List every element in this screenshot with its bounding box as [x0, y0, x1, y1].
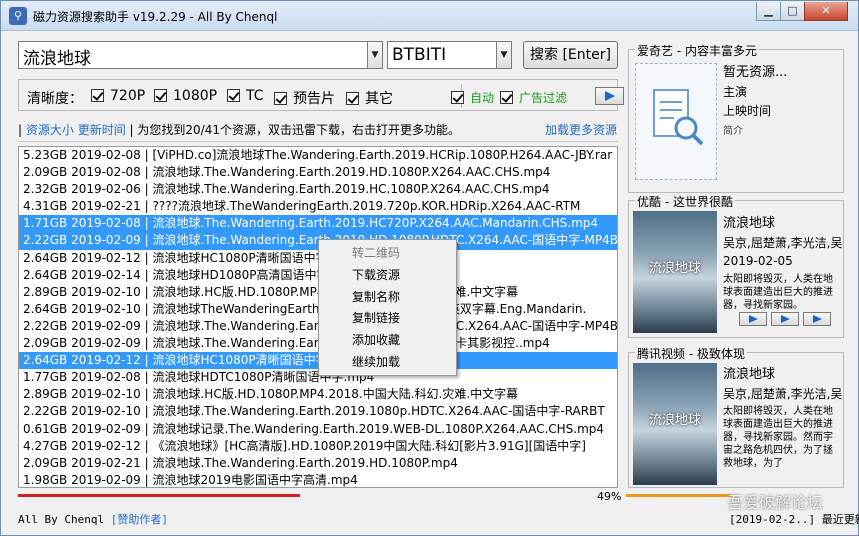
- filter-tc[interactable]: TC: [227, 88, 264, 104]
- list-item[interactable]: 2.09GB 2019-02-08 | 流浪地球.The.Wandering.E…: [19, 164, 617, 181]
- youku-panel-title: 优酷 - 这世界很酷: [635, 193, 735, 210]
- no-resource-text: 暂无资源...: [723, 65, 788, 80]
- maximize-button[interactable]: □: [780, 2, 805, 21]
- menu-item-qrcode[interactable]: 转二维码: [319, 243, 456, 265]
- document-search-icon: [653, 89, 704, 146]
- empty-poster: [635, 63, 717, 180]
- search-input[interactable]: 流浪地球: [18, 41, 368, 69]
- release-date-label: 上映时间: [723, 104, 772, 118]
- watermark-text: 吾爱破解论坛: [727, 493, 824, 512]
- ad-filter-toggle[interactable]: 广告过滤: [500, 89, 567, 106]
- author-text: All By Chenql: [18, 513, 105, 526]
- menu-item-load-more[interactable]: 继续加载: [319, 352, 456, 374]
- menu-item-download[interactable]: 下载资源: [319, 265, 456, 287]
- menu-item-copy-name[interactable]: 复制名称: [319, 287, 456, 309]
- checkbox-icon[interactable]: [451, 91, 464, 104]
- list-item[interactable]: 2.32GB 2019-02-06 | 流浪地球.The.Wandering.E…: [19, 181, 617, 198]
- window-title: 磁力资源搜索助手 v19.2.29 - All By Chenql: [33, 10, 278, 24]
- info-row: | 资源大小 更新时间 | 为您找到20/41个资源，双击迅雷下载，右击打开更多…: [18, 123, 460, 137]
- progress-bar-right: [626, 494, 731, 497]
- movie-date: 2019-02-05: [723, 254, 793, 268]
- checkbox-icon[interactable]: [154, 89, 167, 102]
- filter-720p[interactable]: 720P: [91, 88, 145, 104]
- checkbox-icon[interactable]: [91, 89, 104, 102]
- close-button[interactable]: ✕: [804, 2, 848, 21]
- app-window: ⚲ 磁力资源搜索助手 v19.2.29 - All By Chenql ▁ □ …: [0, 0, 859, 536]
- checkbox-icon[interactable]: [227, 89, 240, 102]
- list-item[interactable]: 1.98GB 2019-02-09 | 流浪地球2019电影国语中字高清.mp4: [19, 472, 617, 487]
- list-item[interactable]: 4.27GB 2019-02-12 | 《流浪地球》[HC高清版].HD.108…: [19, 438, 617, 455]
- statusbar-right: [2019-02-2..] 最近更新: [729, 513, 859, 526]
- movie-cast: 吴京,屈楚萧,李光洁,吴: [723, 387, 843, 401]
- checkbox-icon[interactable]: [274, 92, 287, 105]
- sort-size-link[interactable]: 资源大小: [26, 123, 74, 137]
- list-item[interactable]: 2.09GB 2019-02-21 | 流浪地球.The.Wandering.E…: [19, 455, 617, 472]
- list-item[interactable]: 0.61GB 2019-02-09 | 流浪地球记录.The.Wandering…: [19, 421, 617, 438]
- movie-title: 流浪地球: [723, 216, 776, 231]
- title-bar: ⚲ 磁力资源搜索助手 v19.2.29 - All By Chenql ▁ □ …: [1, 1, 858, 31]
- play-button[interactable]: [771, 312, 799, 326]
- description-label: 简介: [723, 126, 743, 137]
- sponsor-link[interactable]: [赞助作者]: [111, 513, 168, 526]
- divider: [18, 141, 618, 142]
- context-menu: 转二维码 下载资源 复制名称 复制链接 添加收藏 继续加载: [318, 239, 457, 376]
- statusbar-left: All By Chenql [赞助作者]: [18, 511, 168, 527]
- list-item[interactable]: 5.23GB 2019-02-08 | [ViPHD.co]流浪地球The.Wa…: [19, 147, 617, 164]
- app-magnifier-icon: ⚲: [9, 7, 27, 25]
- movie-poster[interactable]: 流浪地球: [633, 363, 717, 485]
- filter-trailer[interactable]: 预告片: [274, 88, 335, 108]
- engine-select[interactable]: BTBITI: [387, 41, 497, 69]
- menu-item-copy-link[interactable]: 复制链接: [319, 308, 456, 330]
- progress-bar-left: [18, 494, 300, 497]
- sort-time-link[interactable]: 更新时间: [78, 123, 126, 137]
- play-button[interactable]: [739, 312, 767, 326]
- filter-bar: 清晰度： 720P 1080P TC 预告片 其它 自动 广告过滤: [18, 79, 624, 111]
- engine-dropdown-button[interactable]: ▼: [496, 41, 512, 69]
- load-more-link[interactable]: 加载更多资源: [545, 121, 617, 138]
- search-history-dropdown-button[interactable]: ▼: [367, 41, 383, 69]
- poster-title: 流浪地球: [648, 413, 701, 428]
- movie-description: 太阳即将毁灭，人类在地球表面建造出巨大的推进器，寻找新家园。然而宇宙之路危机四伏…: [723, 406, 833, 469]
- filter-other[interactable]: 其它: [346, 88, 393, 108]
- checkbox-icon[interactable]: [346, 92, 359, 105]
- checkbox-icon[interactable]: [500, 91, 513, 104]
- tencent-panel-title: 腾讯视频 - 极致体现: [635, 345, 747, 362]
- menu-item-add-favorite[interactable]: 添加收藏: [319, 330, 456, 352]
- progress-percent: 49%: [597, 490, 622, 503]
- clarity-label: 清晰度：: [27, 91, 83, 107]
- play-button[interactable]: [803, 312, 831, 326]
- list-item[interactable]: 2.22GB 2019-02-10 | 流浪地球.The.Wandering.E…: [19, 403, 617, 420]
- movie-cast: 吴京,屈楚萧,李光洁,吴: [723, 236, 843, 250]
- movie-title: 流浪地球: [723, 367, 776, 382]
- list-item[interactable]: 4.31GB 2019-02-21 | ????流浪地球.TheWanderin…: [19, 198, 617, 215]
- list-item[interactable]: 2.89GB 2019-02-10 | 流浪地球.HC版.HD.1080P.MP…: [19, 386, 617, 403]
- search-button[interactable]: 搜索 [Enter]: [523, 41, 618, 69]
- auto-toggle[interactable]: 自动: [451, 89, 494, 106]
- iqiyi-panel-title: 爱奇艺 - 内容丰富多元: [635, 42, 759, 59]
- cast-label: 主演: [723, 85, 748, 99]
- filter-1080p[interactable]: 1080P: [154, 88, 217, 104]
- result-status-text: 为您找到20/41个资源，双击迅雷下载，右击打开更多功能。: [137, 123, 460, 137]
- movie-poster[interactable]: 流浪地球: [633, 211, 717, 333]
- poster-title: 流浪地球: [648, 261, 701, 276]
- minimize-button[interactable]: ▁: [756, 2, 781, 21]
- list-item-selected[interactable]: 1.71GB 2019-02-08 | 流浪地球.The.Wandering.E…: [19, 215, 617, 233]
- play-button[interactable]: [595, 87, 624, 105]
